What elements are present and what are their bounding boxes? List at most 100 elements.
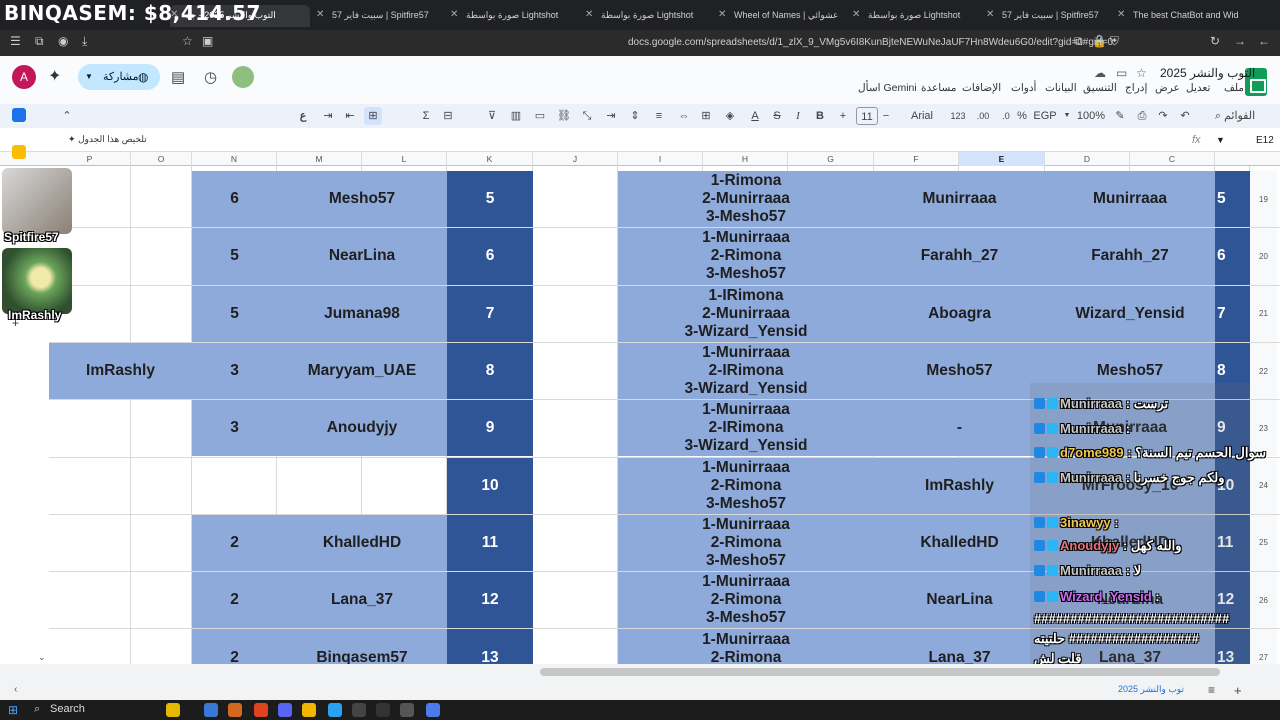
cell-winner[interactable]: Mesho57 <box>874 342 1045 400</box>
cell-winner[interactable]: Wizard_Yensid <box>1045 285 1215 342</box>
text-rotation-icon[interactable]: ⤡ <box>578 107 596 125</box>
close-tab-icon[interactable]: ✕ <box>316 5 324 25</box>
table-icon[interactable]: ⊞ <box>364 107 382 125</box>
menu-insert[interactable]: إدراج <box>1125 82 1147 94</box>
cell-round-number[interactable]: 6 <box>447 228 533 285</box>
bold-button[interactable]: B <box>814 107 826 125</box>
ltr-icon[interactable]: ⇥ <box>320 107 336 125</box>
app-icon[interactable] <box>400 703 414 717</box>
scrollbar-thumb[interactable] <box>540 668 1220 676</box>
meet-icon[interactable] <box>232 66 254 88</box>
browser-tab[interactable]: ✕ سبيت فاير 57 | Spitfire57 <box>986 5 1116 27</box>
download-icon[interactable]: ⤓ <box>82 34 87 49</box>
italic-button[interactable]: I <box>792 107 804 125</box>
menu-data[interactable]: البيانات <box>1045 82 1077 94</box>
keep-icon[interactable] <box>12 145 26 159</box>
cell-ranking[interactable]: 1-IRimona 2-Munirraaa 3-Wizard_Yensid <box>618 285 874 342</box>
taskbar-search-label[interactable]: Search <box>50 703 85 715</box>
horizontal-scrollbar[interactable]: ⌄ <box>0 652 1280 682</box>
cell-ranking[interactable]: 1-Rimona 2-Munirraaa 3-Mesho57 <box>618 171 874 228</box>
share-button[interactable]: ▼ مشاركة ◍ <box>78 64 160 90</box>
cell-round-number[interactable]: 8 <box>447 342 533 400</box>
number-format-button[interactable]: 123 <box>946 107 970 125</box>
app-icon[interactable] <box>352 703 366 717</box>
firefox-icon[interactable] <box>228 703 242 717</box>
chevron-down-icon[interactable]: ⌄ <box>38 652 46 663</box>
cell-winner[interactable]: Farahh_27 <box>874 228 1045 285</box>
cell-round-number[interactable]: 7 <box>447 285 533 342</box>
menu-edit[interactable]: تعديل <box>1186 82 1210 94</box>
column-header[interactable]: O <box>131 152 192 166</box>
text-wrap-icon[interactable]: ⇥ <box>602 107 620 125</box>
calendar-icon[interactable] <box>12 108 26 122</box>
menu-help[interactable]: مساعدة <box>921 82 956 94</box>
close-tab-icon[interactable]: ✕ <box>986 5 994 25</box>
cell-points[interactable]: 2 <box>192 514 277 572</box>
print-icon[interactable]: ⎙ <box>1134 107 1150 125</box>
name-box[interactable]: E12 <box>1256 135 1274 146</box>
browser-tab[interactable]: ✕ Wheel of Names | عشوائي <box>718 5 848 27</box>
cell-winner[interactable]: Lana_37 <box>874 629 1045 664</box>
add-sheet-icon[interactable]: + <box>1234 683 1242 698</box>
cell-player[interactable]: Anoudyjy <box>277 400 447 457</box>
row-number[interactable]: 22 <box>1250 342 1277 400</box>
font-size-field[interactable]: 11 <box>856 107 878 125</box>
cell-round-number[interactable]: 5 <box>1215 171 1250 228</box>
column-header-selected[interactable]: E <box>959 152 1045 166</box>
align-vertical-icon[interactable]: ⇕ <box>626 107 644 125</box>
cell-points[interactable]: 3 <box>192 342 277 400</box>
menu-ask-gemini[interactable]: اسأل Gemini <box>858 82 917 94</box>
chart-icon[interactable]: ▥ <box>508 107 524 125</box>
column-header[interactable]: C <box>1130 152 1215 166</box>
app-icon[interactable] <box>426 703 440 717</box>
cell-ranking[interactable]: 1-Munirraaa 2-IRimona 3-Wizard_Yensid <box>618 342 874 400</box>
cell-player[interactable]: Maryyam_UAE <box>277 342 447 400</box>
increase-font-icon[interactable]: + <box>836 107 850 125</box>
url-field[interactable]: docs.google.com/spreadsheets/d/1_zlX_9_V… <box>628 37 1113 48</box>
browser-tab[interactable]: ✕ صورة بواسطة Lightshot <box>450 5 580 27</box>
cell-round-number[interactable]: 10 <box>447 457 533 514</box>
cell-points[interactable]: 2 <box>192 572 277 629</box>
extensions-icon[interactable]: ⧉ <box>35 34 44 49</box>
cell-player[interactable]: Jumana98 <box>277 285 447 342</box>
menu-extensions[interactable]: الإضافات <box>962 82 1001 94</box>
app-icon[interactable] <box>204 703 218 717</box>
avatar[interactable]: A <box>12 65 36 89</box>
cell-round-number[interactable]: 13 <box>447 629 533 664</box>
column-header[interactable]: I <box>618 152 703 166</box>
cell-winner[interactable]: - <box>874 400 1045 457</box>
document-title[interactable]: التوب والنشر 2025 <box>1160 66 1255 80</box>
cell-winner[interactable]: Aboagra <box>874 285 1045 342</box>
column-header[interactable]: L <box>362 152 447 166</box>
close-tab-icon[interactable]: ✕ <box>450 5 458 25</box>
cell-player[interactable]: Binqasem57 <box>277 629 447 664</box>
cell-ranking[interactable]: 1-Munirraaa2-Rimona3-Mesho57 <box>618 457 874 514</box>
cell-ranking[interactable]: 1-Munirraaa2-Rimona3-Mesho57 <box>618 629 874 664</box>
close-tab-icon[interactable]: ✕ <box>1117 5 1125 25</box>
collapse-toolbar-icon[interactable]: ⌃ <box>60 107 74 125</box>
row-number[interactable]: 25 <box>1250 514 1277 572</box>
comments-icon[interactable]: ▤ <box>171 68 185 86</box>
app-icon[interactable] <box>376 703 390 717</box>
explorer-icon[interactable] <box>302 703 316 717</box>
align-horizontal-icon[interactable]: ≡ <box>650 107 668 125</box>
decrease-font-icon[interactable]: − <box>880 107 892 125</box>
cell-player[interactable]: KhalledHD <box>277 514 447 572</box>
strikethrough-icon[interactable]: S <box>770 107 784 125</box>
chevron-left-icon[interactable]: ‹ <box>14 684 17 695</box>
cell-round-number[interactable]: 12 <box>447 572 533 629</box>
cell-round-number[interactable]: 11 <box>447 514 533 572</box>
merge-cells-icon[interactable]: ⇔ <box>676 107 692 125</box>
browser-tab[interactable]: ✕ صورة بواسطة Lightshot <box>585 5 715 27</box>
rtl-icon[interactable]: ⇤ <box>342 107 358 125</box>
cell-points[interactable]: 3 <box>192 400 277 457</box>
zoom-select[interactable]: 100% <box>1074 107 1108 125</box>
all-sheets-icon[interactable]: ≡ <box>1208 683 1215 697</box>
cell-winner[interactable]: Farahh_27 <box>1045 228 1215 285</box>
reload-icon[interactable]: ↻ <box>1210 34 1220 48</box>
gemini-icon[interactable]: ✦ <box>48 66 61 86</box>
cell-round-number[interactable]: 9 <box>447 400 533 457</box>
history-icon[interactable]: ◷ <box>204 68 217 86</box>
decrease-decimal-button[interactable]: .0 <box>998 107 1014 125</box>
filter-icon[interactable]: ⊽ <box>484 107 500 125</box>
